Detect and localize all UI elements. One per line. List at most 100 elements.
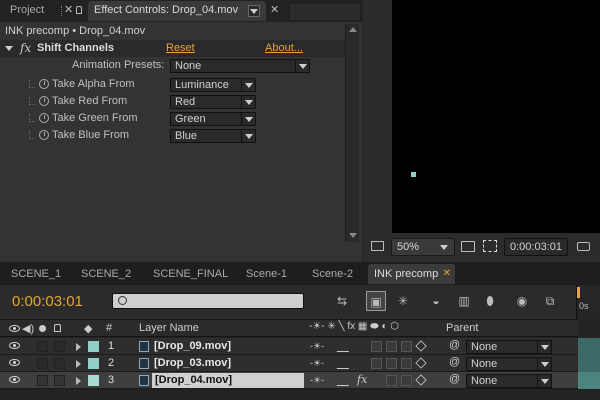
col-layer-name[interactable]: Layer Name [139,322,199,334]
quality-switch-icon[interactable] [336,375,358,386]
tab-scene-2-alt[interactable]: Scene-2 [306,264,360,284]
tab-scene-1-alt[interactable]: Scene-1 [240,264,294,284]
switch-box[interactable] [401,341,412,352]
solo-icon[interactable] [39,325,46,332]
motion-blur-icon[interactable]: ▥ [454,291,474,311]
eye-icon[interactable] [9,342,20,349]
lock-switch[interactable] [54,358,65,369]
switch-box[interactable] [386,341,397,352]
safe-area-icon[interactable] [371,241,384,251]
current-time[interactable]: 0:00:03:01 [12,293,83,310]
layer-name[interactable]: [Drop_03.mov] [154,355,231,371]
camera-icon[interactable] [577,242,590,251]
quality-switch-icon[interactable] [336,341,358,352]
property-dropdown[interactable]: Green [170,112,256,126]
label-color-swatch[interactable] [88,358,99,369]
shy-switch[interactable]: -☀- [310,372,324,388]
lock-switch[interactable] [54,375,65,386]
viewer-timecode[interactable]: 0:00:03:01 [504,238,568,256]
fx-switch[interactable]: fx [357,372,367,388]
lock-switch[interactable] [54,341,65,352]
draft-3d-icon[interactable]: ▣ [366,291,386,311]
switch-box[interactable] [401,358,412,369]
col-parent[interactable]: Parent [446,322,478,334]
switch-box[interactable] [386,358,397,369]
scroll-up-icon[interactable] [349,27,357,32]
about-link[interactable]: About... [265,42,303,54]
comp-mini-flowchart-icon[interactable]: ⇆ [332,291,352,311]
label-color-swatch[interactable] [88,341,99,352]
frame-blending-icon[interactable]: ◒ [426,291,446,311]
close-icon[interactable]: ✕ [64,3,73,16]
3d-layer-icon[interactable] [415,374,427,386]
property-dropdown[interactable]: Red [170,95,256,109]
brainstorm-icon[interactable]: ⬮ [480,291,500,311]
chevron-down-icon[interactable] [248,5,260,17]
layer-name[interactable]: [Drop_04.mov] [155,372,232,388]
solo-switch[interactable] [37,341,48,352]
label-icon[interactable]: ◆ [84,322,92,335]
tab-project[interactable]: Project [4,1,50,21]
layer-duration-bar[interactable] [578,338,600,355]
close-icon[interactable]: ✕ [443,264,451,284]
parent-dropdown[interactable]: None [466,357,552,371]
3d-layer-icon[interactable] [415,340,427,352]
tab-scene-final[interactable]: SCENE_FINAL [147,264,236,284]
scrollbar[interactable] [345,24,359,242]
transparency-grid-icon[interactable] [483,240,497,252]
scroll-down-icon[interactable] [349,233,357,238]
tab-effect-controls[interactable]: Effect Controls: Drop_04.mov [88,1,266,21]
chevron-right-icon[interactable] [76,360,81,368]
switch-box[interactable] [371,341,382,352]
chevron-down-icon[interactable] [5,46,13,51]
lock-icon[interactable] [76,6,82,14]
tab-scene-2[interactable]: SCENE_2 [75,264,139,284]
composition-viewer[interactable] [392,0,600,233]
stopwatch-icon[interactable] [39,113,49,123]
shy-switch[interactable]: -☀- [310,338,324,354]
chevron-right-icon[interactable] [76,377,81,385]
3d-layer-icon[interactable] [415,357,427,369]
work-area-start[interactable] [577,287,580,298]
layer-name[interactable]: [Drop_09.mov] [154,338,231,354]
stopwatch-icon[interactable] [39,96,49,106]
switch-box[interactable] [401,375,412,386]
chevron-right-icon[interactable] [76,343,81,351]
eye-icon[interactable] [9,376,20,383]
stopwatch-icon[interactable] [39,79,49,89]
reset-link[interactable]: Reset [166,42,195,54]
zoom-dropdown[interactable]: 50% [391,238,455,256]
time-ruler[interactable]: 0s [576,285,600,319]
table-row[interactable]: 2 [Drop_03.mov] -☀- @ None [0,355,578,372]
parent-dropdown[interactable]: None [466,340,552,354]
parent-dropdown[interactable]: None [466,374,552,388]
switch-box[interactable] [386,375,397,386]
tab-ink-precomp[interactable]: INK precomp ✕ [368,264,456,284]
pickwhip-icon[interactable]: @ [449,356,460,368]
pickwhip-icon[interactable]: @ [449,373,460,385]
eye-icon[interactable] [9,359,20,366]
fx-badge[interactable]: fx [20,41,31,55]
video-toggle-icon[interactable] [9,325,20,332]
tab-scene-1[interactable]: SCENE_1 [5,264,69,284]
pickwhip-icon[interactable]: @ [449,339,460,351]
property-dropdown[interactable]: Blue [170,129,256,143]
auto-keyframe-icon[interactable]: ◉ [512,291,532,311]
table-row[interactable]: 1 [Drop_09.mov] -☀- @ None [0,338,578,355]
search-input[interactable] [112,293,304,309]
switch-box[interactable] [371,358,382,369]
graph-editor-icon[interactable]: ⧉ [540,291,560,311]
label-color-swatch[interactable] [88,375,99,386]
region-of-interest-icon[interactable] [461,241,475,252]
solo-switch[interactable] [37,358,48,369]
animation-presets-dropdown[interactable]: None [170,59,310,73]
layer-duration-bar[interactable] [578,355,600,372]
audio-toggle-icon[interactable]: ◀) [22,322,34,335]
lock-icon[interactable] [54,324,61,332]
table-row[interactable]: 3 [Drop_04.mov] -☀- fx @ None [0,372,578,389]
layer-duration-bar[interactable] [578,372,600,389]
shy-switch[interactable]: -☀- [310,355,324,371]
quality-switch-icon[interactable] [336,358,358,369]
shy-layers-icon[interactable]: ✳ [393,291,413,311]
close-icon[interactable]: ✕ [270,3,279,16]
